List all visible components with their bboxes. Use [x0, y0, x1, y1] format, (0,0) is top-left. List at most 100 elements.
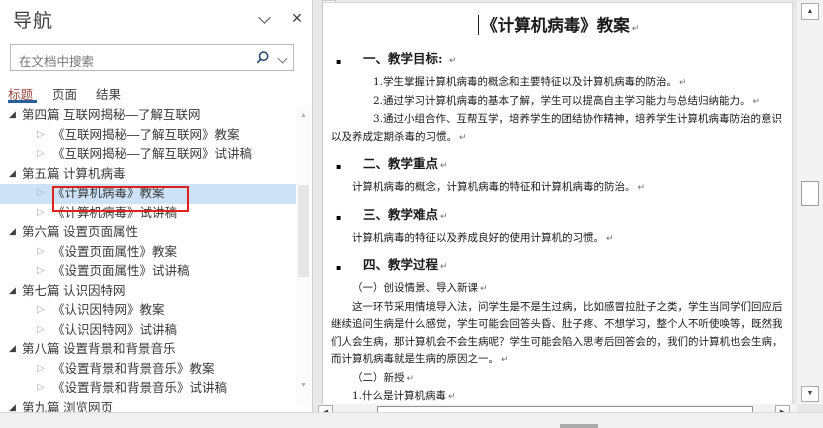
tree-item[interactable]: ◢第四篇 互联网揭秘—了解互联网 — [0, 106, 296, 126]
tree-item[interactable]: ▷《互联网揭秘—了解互联网》试讲稿 — [0, 145, 296, 165]
paragraph-text: （一）创设情景、导入新课 — [352, 282, 478, 294]
document-page[interactable]: 《计算机病毒》教案↵ ▪一、教学目标: ↵ 1.学生掌握计算机病毒的概念和主要特… — [322, 2, 793, 420]
paragraph-text: 计算机病毒的概念，计算机病毒的特征和计算机病毒的防治。 — [352, 181, 636, 193]
expand-triangle-icon[interactable]: ▷ — [37, 125, 52, 145]
paragraph-mark-icon: ↵ — [449, 56, 457, 66]
doc-paragraph: 计算机病毒的特征以及养成良好的使用计算机的习惯。↵ — [331, 230, 786, 249]
expand-triangle-icon[interactable]: ▷ — [37, 320, 52, 340]
paragraph-mark-icon: ↵ — [440, 262, 448, 272]
document-area: 《计算机病毒》教案↵ ▪一、教学目标: ↵ 1.学生掌握计算机病毒的概念和主要特… — [313, 0, 823, 420]
bottom-strip — [0, 412, 823, 428]
expand-triangle-icon[interactable]: ▷ — [37, 203, 52, 223]
tree-item[interactable]: ◢第六篇 设置页面属性 — [0, 223, 296, 243]
scroll-down-icon[interactable]: ▼ — [801, 386, 819, 402]
scroll-up-icon[interactable]: ▲ — [296, 112, 311, 119]
paragraph-mark-icon: ↵ — [632, 24, 640, 34]
tree-item[interactable]: ▷《计算机病毒》试讲稿 — [0, 204, 296, 224]
tree-item-label: 《互联网揭秘—了解互联网》试讲稿 — [52, 147, 252, 161]
tree-item[interactable]: ◢第七篇 认识因特网 — [0, 282, 296, 302]
tree-item-label: 第五篇 计算机病毒 — [22, 167, 125, 181]
doc-paragraph: （二）新授↵ — [331, 370, 786, 389]
tree-item[interactable]: ▷《设置背景和背景音乐》教案 — [0, 360, 296, 380]
search-dropdown-icon[interactable] — [278, 54, 288, 64]
tree-item-label: 《设置背景和背景音乐》教案 — [52, 362, 215, 376]
heading-text: 四、教学过程 — [363, 257, 438, 272]
doc-paragraph: 1.学生掌握计算机病毒的概念和主要特征以及计算机病毒的防治。↵ — [331, 74, 786, 93]
heading-text: 二、教学重点 — [363, 156, 438, 171]
close-icon[interactable]: ✕ — [286, 7, 308, 29]
tab-pages[interactable]: 页面 — [52, 84, 77, 103]
doc-heading-1: ▪一、教学目标: ↵ — [331, 51, 786, 69]
nav-pane-title: 导航 — [13, 6, 53, 33]
doc-paragraph: （一）创设情景、导入新课↵ — [331, 280, 786, 299]
text-cursor — [478, 15, 480, 35]
doc-heading-4: ▪ 四、教学过程↵ — [331, 257, 786, 275]
paragraph-text: 2.通过学习计算机病毒的基本了解，学生可以提高自主学习能力与总结归纳能力。 — [373, 95, 751, 107]
tab-results[interactable]: 结果 — [96, 84, 121, 103]
expand-triangle-icon[interactable]: ▷ — [37, 144, 52, 164]
paragraph-text: 1.什么是计算机病毒 — [352, 390, 446, 402]
collapse-triangle-icon[interactable]: ◢ — [9, 164, 22, 184]
doc-title: 《计算机病毒》教案 — [481, 16, 630, 35]
tree-item-label: 《设置页面属性》教案 — [52, 245, 177, 259]
doc-title-line: 《计算机病毒》教案↵ — [331, 13, 786, 42]
doc-vertical-scrollbar[interactable]: ▲ ▼ — [797, 0, 823, 404]
list-bullet-icon: ▪ — [336, 260, 341, 276]
search-icon[interactable] — [255, 50, 271, 66]
tree-item[interactable]: ▷《认识因特网》教案 — [0, 301, 296, 321]
tree-item[interactable]: ▷《设置页面属性》试讲稿 — [0, 262, 296, 282]
tree-item-label: 《认识因特网》试讲稿 — [52, 323, 177, 337]
paragraph-mark-icon: ↵ — [753, 97, 761, 107]
tree-item[interactable]: ◢第九篇 浏览网页 — [0, 399, 296, 413]
doc-paragraph: 计算机病毒的概念，计算机病毒的特征和计算机病毒的防治。↵ — [331, 179, 786, 198]
nav-scrollbar-thumb[interactable] — [298, 185, 309, 277]
scroll-down-icon[interactable]: ▼ — [296, 382, 311, 389]
expand-triangle-icon[interactable]: ▷ — [37, 378, 52, 398]
paragraph-mark-icon: ↵ — [440, 161, 448, 171]
paragraph-text: （二）新授 — [352, 372, 405, 384]
tree-item[interactable]: ▷《设置背景和背景音乐》试讲稿 — [0, 379, 296, 399]
tree-item-label: 第七篇 认识因特网 — [22, 284, 125, 298]
expand-triangle-icon[interactable]: ▷ — [37, 300, 52, 320]
expand-triangle-icon[interactable]: ▷ — [37, 183, 52, 203]
tree-item-label: 第九篇 浏览网页 — [22, 401, 113, 412]
active-tab-underline — [8, 100, 37, 103]
tree-item[interactable]: ▷《认识因特网》试讲稿 — [0, 321, 296, 341]
search-placeholder: 在文档中搜索 — [19, 51, 94, 70]
paragraph-text: 3.通过小组合作、互帮互学，培养学生的团结协作精神，培养学生计算机病毒防治的意识… — [331, 113, 782, 143]
collapse-triangle-icon[interactable]: ◢ — [9, 106, 22, 125]
nav-options-button[interactable] — [252, 8, 278, 30]
collapse-triangle-icon[interactable]: ◢ — [9, 222, 22, 242]
doc-vscrollbar-thumb[interactable] — [801, 181, 819, 206]
nav-scrollbar[interactable]: ▲ ▼ — [296, 106, 311, 406]
expand-triangle-icon[interactable]: ▷ — [37, 261, 52, 281]
tree-item-label: 《认识因特网》教案 — [52, 303, 165, 317]
tree-item[interactable]: ◢第五篇 计算机病毒 — [0, 165, 296, 185]
paragraph-text: 这一环节采用情境导入法，问学生是不是生过病，比如感冒拉肚子之类，学生当同学们回应… — [331, 301, 783, 366]
collapse-triangle-icon[interactable]: ◢ — [9, 398, 22, 412]
tree-item[interactable]: ◢第八篇 设置背景和背景音乐 — [0, 340, 296, 360]
status-fragment — [560, 424, 598, 428]
paragraph-mark-icon: ↵ — [407, 374, 415, 384]
search-input[interactable]: 在文档中搜索 — [10, 44, 294, 71]
tree-item[interactable]: ▷《互联网揭秘—了解互联网》教案 — [0, 126, 296, 146]
collapse-triangle-icon[interactable]: ◢ — [9, 281, 22, 301]
doc-paragraph: 2.通过学习计算机病毒的基本了解，学生可以提高自主学习能力与总结归纳能力。↵ — [331, 93, 786, 112]
tree-item[interactable]: ▷《设置页面属性》教案 — [0, 243, 296, 263]
paragraph-mark-icon: ↵ — [459, 133, 467, 143]
paragraph-mark-icon: ↵ — [679, 78, 687, 88]
headings-tree: ◢第四篇 互联网揭秘—了解互联网 ▷《互联网揭秘—了解互联网》教案 ▷《互联网揭… — [0, 106, 296, 412]
tree-item-selected[interactable]: ▷《计算机病毒》教案 — [0, 184, 296, 204]
nav-tabs: 标题 页面 结果 — [0, 84, 312, 106]
tree-item-label: 《计算机病毒》试讲稿 — [52, 206, 177, 220]
paragraph-mark-icon: ↵ — [638, 183, 646, 193]
collapse-triangle-icon[interactable]: ◢ — [9, 339, 22, 359]
expand-triangle-icon[interactable]: ▷ — [37, 242, 52, 262]
expand-triangle-icon[interactable]: ▷ — [37, 359, 52, 379]
tree-item-label: 第四篇 互联网揭秘—了解互联网 — [22, 108, 200, 122]
navigation-pane: 导航 ✕ 在文档中搜索 标题 页面 结果 ◢第四篇 互联网揭秘—了解互联网 ▷《… — [0, 0, 313, 412]
scroll-up-icon[interactable]: ▲ — [801, 3, 819, 20]
chevron-down-icon — [258, 11, 271, 24]
tree-item-label: 第八篇 设置背景和背景音乐 — [22, 342, 175, 356]
paragraph-text: 1.学生掌握计算机病毒的概念和主要特征以及计算机病毒的防治。 — [373, 76, 677, 88]
